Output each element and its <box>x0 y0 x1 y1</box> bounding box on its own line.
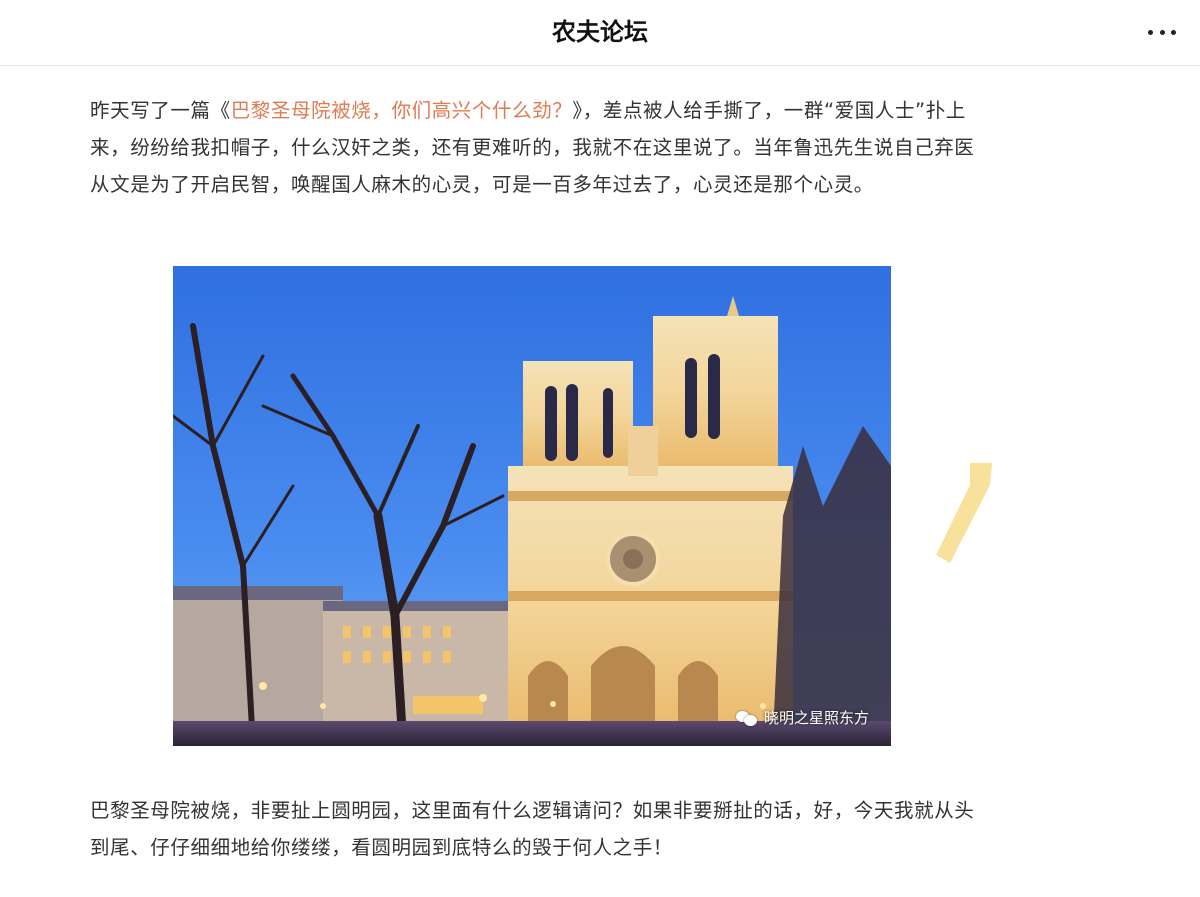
notre-dame-image: 晓明之星照东方 <box>173 266 891 746</box>
top-bar: 农夫论坛 <box>0 0 1200 66</box>
article-link[interactable]: 巴黎圣母院被烧，你们高兴个什么劲？ <box>231 99 573 122</box>
watermark-text: 晓明之星照东方 <box>763 709 869 727</box>
article-paragraph-2: 巴黎圣母院被烧，非要扯上圆明园，这里面有什么逻辑请问？如果非要掰扯的话，好，今天… <box>90 799 975 859</box>
wechat-icon <box>735 709 758 727</box>
highlighter-stroke <box>936 463 992 563</box>
paragraph-1-text-start: 昨天写了一篇《 <box>90 99 231 122</box>
article-paragraph-1: 昨天写了一篇《巴黎圣母院被烧，你们高兴个什么劲？》，差点被人给手撕了，一群“爱国… <box>90 92 975 203</box>
image-watermark: 晓明之星照东方 <box>735 707 869 728</box>
page-title: 农夫论坛 <box>552 18 648 46</box>
more-dots-icon[interactable] <box>1144 18 1180 46</box>
cathedral-illustration <box>173 266 891 746</box>
